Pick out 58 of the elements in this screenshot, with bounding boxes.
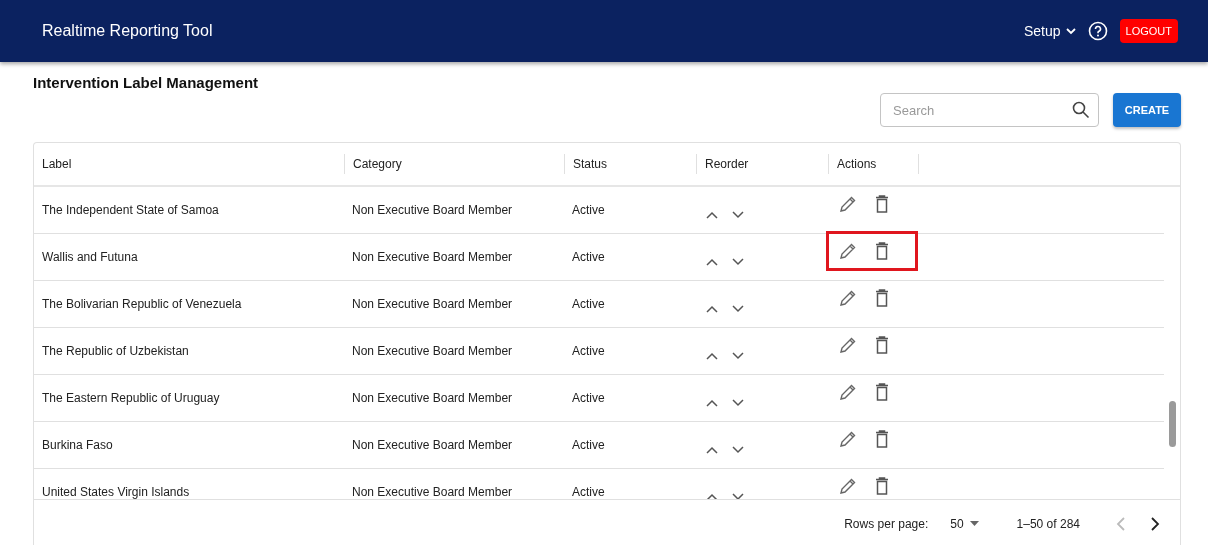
delete-icon[interactable] [873, 193, 891, 215]
logout-button[interactable]: LOGOUT [1119, 19, 1178, 43]
page-title: Intervention Label Management [33, 74, 260, 91]
move-up-icon[interactable] [704, 256, 720, 268]
column-header: Category [344, 154, 564, 174]
chevron-down-icon [1065, 27, 1076, 35]
help-icon[interactable] [1087, 21, 1108, 41]
table-cell-text: Non Executive Board Member [351, 344, 514, 358]
table-cell-text: Non Executive Board Member [351, 203, 514, 217]
table-cell-text: Active [571, 344, 606, 358]
setup-menu[interactable]: Setup [1023, 23, 1076, 39]
column-header: Reorder [696, 154, 828, 174]
create-button[interactable]: CREATE [1113, 93, 1181, 127]
search-icon [1072, 101, 1090, 119]
rows-per-page-label: Rows per page: [844, 516, 929, 531]
search-field[interactable]: Search [880, 93, 1099, 127]
delete-icon[interactable] [873, 475, 891, 497]
move-down-icon[interactable] [730, 397, 746, 409]
delete-icon[interactable] [873, 287, 891, 309]
table-cell-text: Non Executive Board Member [351, 250, 514, 264]
table-cell-text: Active [571, 485, 606, 499]
table-cell-text: Non Executive Board Member [351, 438, 514, 452]
table-cell-text: The Bolivarian Republic of Venezuela [41, 297, 243, 311]
move-down-icon[interactable] [730, 256, 746, 268]
dropdown-arrow-icon [969, 521, 979, 526]
move-down-icon[interactable] [730, 209, 746, 221]
delete-icon[interactable] [873, 240, 891, 262]
move-up-icon[interactable] [704, 444, 720, 456]
table-cell-text: Active [571, 297, 606, 311]
table-cell-text: Non Executive Board Member [351, 297, 514, 311]
column-header: Label [41, 156, 73, 173]
table-cell-text: Non Executive Board Member [351, 391, 514, 405]
table-cell-text: Wallis and Futuna [41, 250, 139, 264]
rows-per-page-select[interactable]: 50 [944, 515, 985, 532]
table-cell-text: Active [571, 391, 606, 405]
move-down-icon[interactable] [730, 444, 746, 456]
table-cell-text: Burkina Faso [41, 438, 114, 452]
table-cell-text: Non Executive Board Member [351, 485, 514, 499]
table-cell-text: The Independent State of Samoa [41, 203, 220, 217]
delete-icon[interactable] [873, 334, 891, 356]
column-header: Status [564, 154, 696, 174]
app-title: Realtime Reporting Tool [42, 22, 214, 40]
table-cell-text: The Eastern Republic of Uruguay [41, 391, 221, 405]
table-cell-text: Active [571, 250, 606, 264]
move-up-icon[interactable] [704, 350, 720, 362]
page-range: 1–50 of 284 [1016, 516, 1080, 531]
move-down-icon[interactable] [730, 303, 746, 315]
delete-icon[interactable] [873, 428, 891, 450]
column-header: Actions [828, 154, 918, 174]
table-cell-text: Active [571, 203, 606, 217]
move-down-icon[interactable] [730, 350, 746, 362]
table-cell-text: Active [571, 438, 606, 452]
move-up-icon[interactable] [704, 303, 720, 315]
move-up-icon[interactable] [704, 397, 720, 409]
move-up-icon[interactable] [704, 209, 720, 221]
delete-icon[interactable] [873, 381, 891, 403]
table-cell-text: The Republic of Uzbekistan [41, 344, 190, 358]
table-cell-text: United States Virgin Islands [41, 485, 191, 499]
